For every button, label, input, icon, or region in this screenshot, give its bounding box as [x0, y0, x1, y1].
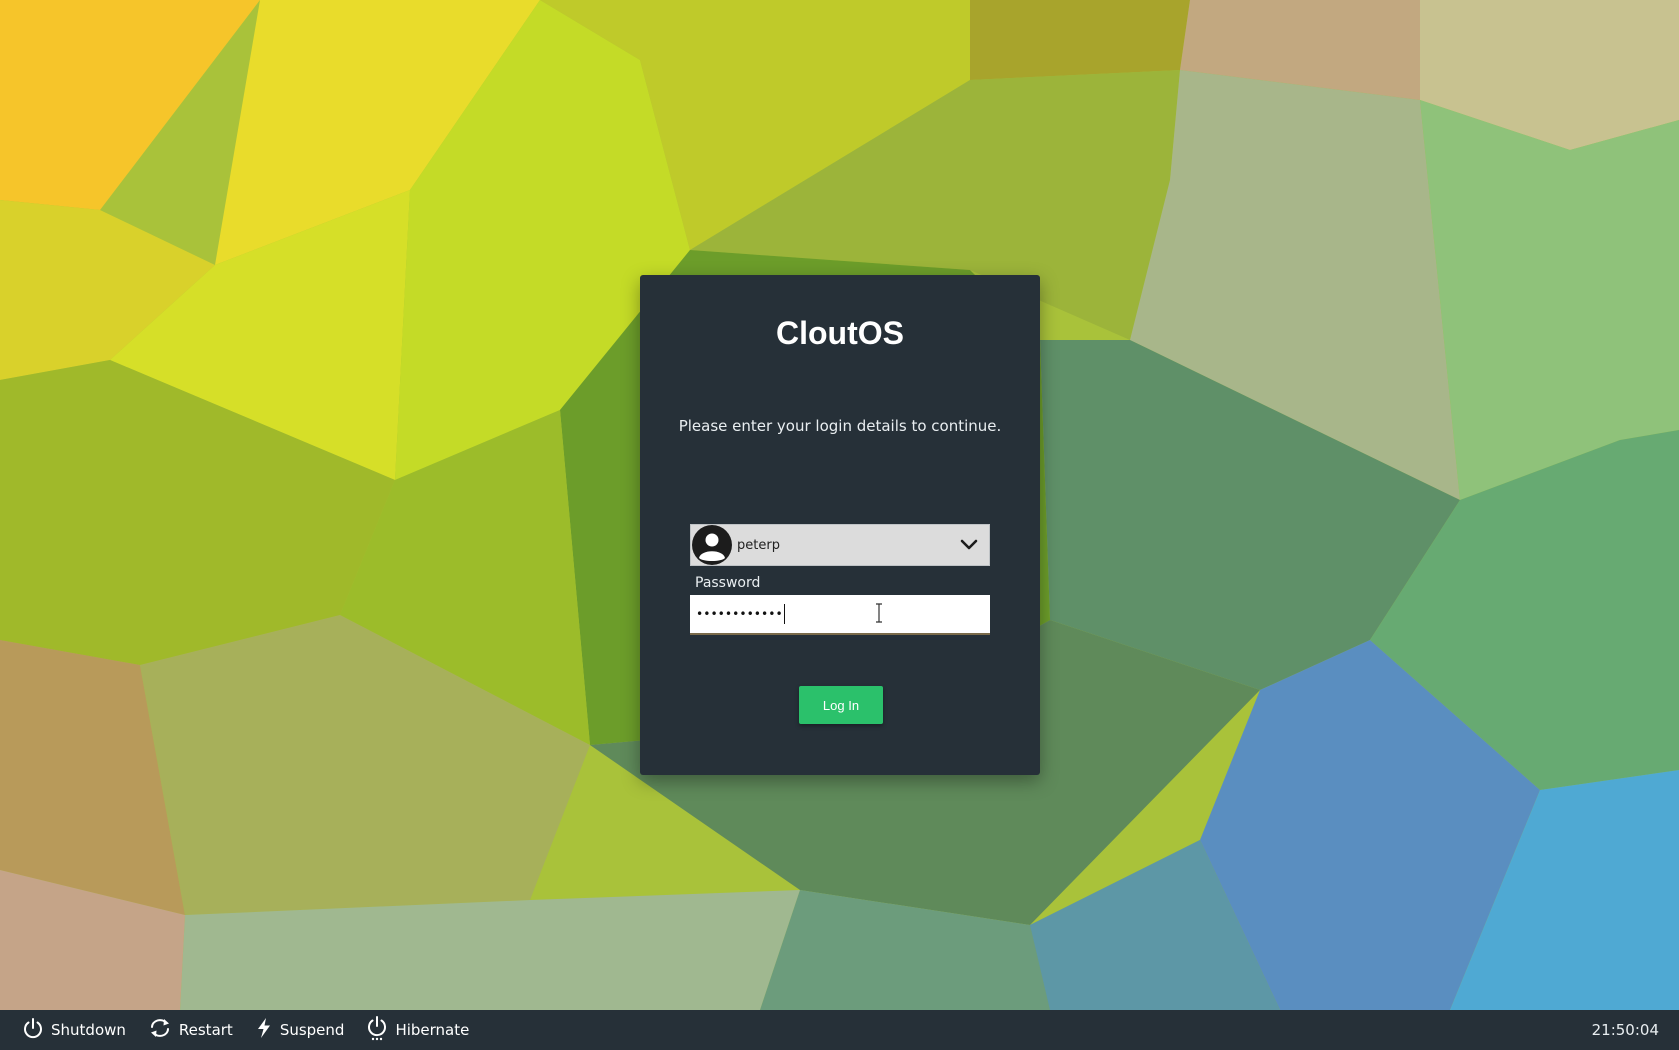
- login-card: CloutOS Please enter your login details …: [640, 275, 1040, 775]
- password-value: ••••••••••••: [696, 607, 783, 621]
- hibernate-label: Hibernate: [395, 1021, 470, 1039]
- login-prompt: Please enter your login details to conti…: [678, 417, 1002, 435]
- text-caret: [783, 604, 785, 624]
- shutdown-label: Shutdown: [51, 1021, 126, 1039]
- taskbar: Shutdown Restart Suspend Hibernate 21:50…: [0, 1010, 1679, 1050]
- chevron-down-icon[interactable]: [959, 535, 979, 555]
- brand-title: CloutOS: [776, 315, 904, 351]
- hibernate-icon: [366, 1015, 388, 1045]
- user-select[interactable]: peterp: [690, 524, 990, 566]
- restart-label: Restart: [178, 1021, 233, 1039]
- lightning-icon: [255, 1017, 273, 1043]
- shutdown-button[interactable]: Shutdown: [12, 1010, 138, 1050]
- suspend-label: Suspend: [279, 1021, 345, 1039]
- password-label: Password: [695, 575, 761, 591]
- user-avatar-icon: [692, 525, 732, 565]
- power-icon: [22, 1017, 44, 1043]
- restart-icon: [148, 1017, 172, 1043]
- password-input[interactable]: ••••••••••••: [690, 595, 990, 635]
- login-screen: CloutOS Please enter your login details …: [0, 0, 1679, 1050]
- hibernate-button[interactable]: Hibernate: [356, 1010, 481, 1050]
- restart-button[interactable]: Restart: [138, 1010, 245, 1050]
- selected-user: peterp: [737, 537, 780, 553]
- login-button[interactable]: Log In: [799, 686, 883, 724]
- clock: 21:50:04: [1591, 1021, 1659, 1039]
- suspend-button[interactable]: Suspend: [245, 1010, 357, 1050]
